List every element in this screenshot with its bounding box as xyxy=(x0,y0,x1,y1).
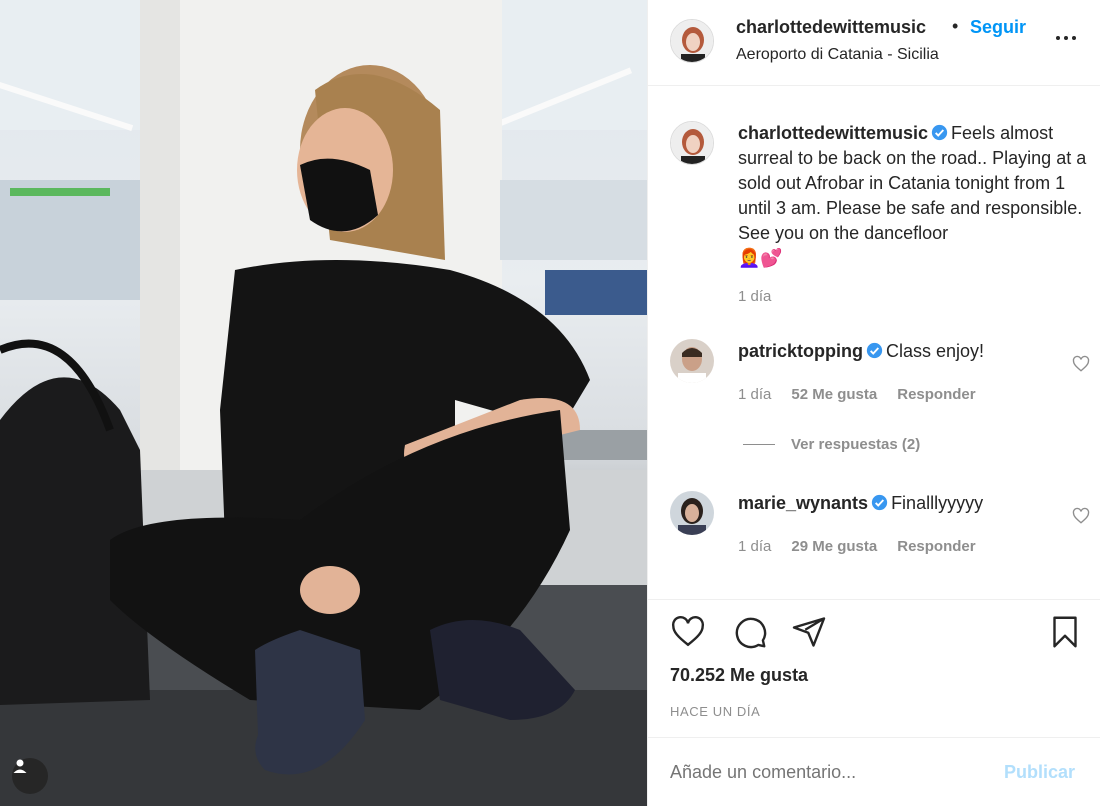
comment-text-block: patricktopping Class enjoy! xyxy=(738,339,1088,364)
more-options-icon[interactable] xyxy=(1056,36,1080,46)
commenter-avatar[interactable] xyxy=(670,491,714,535)
comment-input[interactable] xyxy=(670,762,970,783)
comment-time[interactable]: 1 día xyxy=(738,386,771,403)
add-comment-bar: Publicar xyxy=(648,737,1100,806)
verified-badge-icon xyxy=(866,342,883,359)
view-replies-button[interactable]: Ver respuestas (2) xyxy=(743,436,920,453)
comment-meta: 1 día 29 Me gusta Responder xyxy=(738,538,976,555)
post-actions: 70.252 Me gusta HACE UN DÍA xyxy=(648,599,1100,729)
separator-dot: • xyxy=(952,16,959,36)
author-avatar[interactable] xyxy=(670,19,714,63)
post-timestamp[interactable]: HACE UN DÍA xyxy=(670,704,760,719)
verified-badge-icon xyxy=(931,124,948,141)
comment-text: Class enjoy! xyxy=(886,341,985,361)
comment-like-heart-icon[interactable] xyxy=(1072,507,1090,525)
post-photo-illustration xyxy=(0,0,647,806)
comment-time[interactable]: 1 día xyxy=(738,538,771,555)
reply-button[interactable]: Responder xyxy=(897,386,975,403)
commenter-avatar[interactable] xyxy=(670,339,714,383)
like-count[interactable]: 70.252 Me gusta xyxy=(670,665,808,686)
post-side-panel: charlottedewittemusic • Seguir Aeroporto… xyxy=(647,0,1100,806)
verified-badge-icon xyxy=(871,494,888,511)
view-replies-label: Ver respuestas (2) xyxy=(791,436,921,453)
comment-meta: 1 día 52 Me gusta Responder xyxy=(738,386,976,403)
caption-emoji: 👩‍🦰💕 xyxy=(738,248,783,268)
caption-username[interactable]: charlottedewittemusic xyxy=(738,123,928,143)
caption-meta: 1 día xyxy=(738,288,771,305)
publish-button[interactable]: Publicar xyxy=(1004,762,1075,783)
comments-section: charlottedewittemusic Feels almost surrea… xyxy=(648,87,1100,599)
comment-likes[interactable]: 52 Me gusta xyxy=(791,386,877,403)
share-icon[interactable] xyxy=(791,614,827,650)
comment-username[interactable]: marie_wynants xyxy=(738,493,868,513)
post-location[interactable]: Aeroporto di Catania - Sicilia xyxy=(736,46,939,64)
comment-icon[interactable] xyxy=(732,614,768,650)
comment-like-heart-icon[interactable] xyxy=(1072,355,1090,373)
author-username[interactable]: charlottedewittemusic xyxy=(736,17,926,38)
caption-avatar[interactable] xyxy=(670,121,714,165)
caption-text-block: charlottedewittemusic Feels almost surrea… xyxy=(738,121,1088,271)
caption-time[interactable]: 1 día xyxy=(738,288,771,305)
comment-username[interactable]: patricktopping xyxy=(738,341,863,361)
post-photo[interactable] xyxy=(0,0,647,806)
replies-line xyxy=(743,444,775,445)
heart-icon[interactable] xyxy=(670,614,706,650)
post-header: charlottedewittemusic • Seguir Aeroporto… xyxy=(648,0,1100,86)
follow-button[interactable]: Seguir xyxy=(970,17,1026,38)
comment-text: Finalllyyyyy xyxy=(891,493,984,513)
user-tag-icon[interactable] xyxy=(12,758,48,794)
comment-likes[interactable]: 29 Me gusta xyxy=(791,538,877,555)
bookmark-icon[interactable] xyxy=(1047,614,1083,650)
comment-text-block: marie_wynants Finalllyyyyy xyxy=(738,491,1088,516)
reply-button[interactable]: Responder xyxy=(897,538,975,555)
